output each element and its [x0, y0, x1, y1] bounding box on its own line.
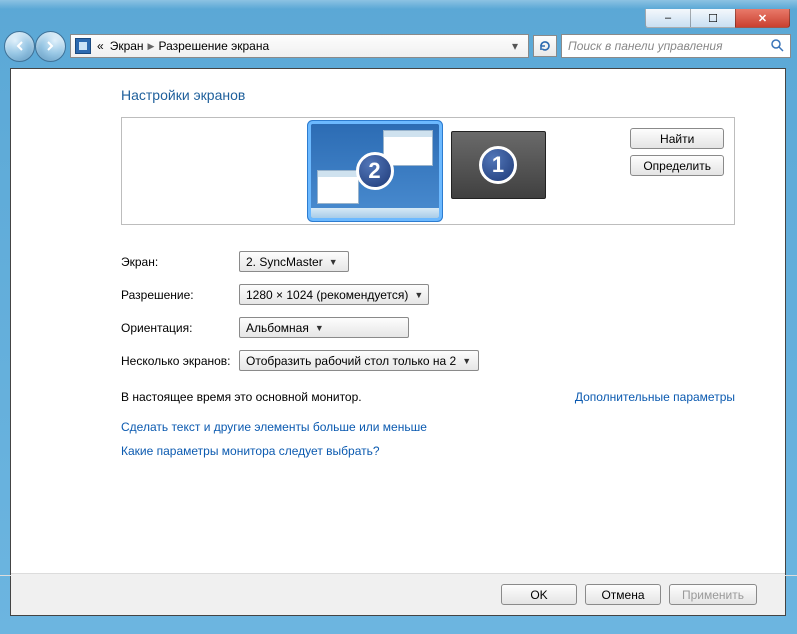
multiple-label: Несколько экранов:	[121, 354, 239, 368]
arrow-right-icon	[45, 40, 57, 52]
text-size-link[interactable]: Сделать текст и другие элементы больше и…	[121, 420, 735, 434]
breadcrumb-item[interactable]: Экран	[110, 39, 144, 53]
control-panel-icon	[75, 38, 91, 54]
address-bar[interactable]: « Экран ▶ Разрешение экрана ▾	[70, 34, 529, 58]
refresh-icon	[538, 39, 552, 53]
monitor-number: 1	[479, 146, 517, 184]
refresh-button[interactable]	[533, 35, 557, 57]
minimize-button[interactable]: –	[645, 9, 690, 28]
primary-monitor-status: В настоящее время это основной монитор.	[121, 390, 362, 404]
orientation-dropdown[interactable]: Альбомная ▼	[239, 317, 409, 338]
orientation-label: Ориентация:	[121, 321, 239, 335]
form-row-screen: Экран: 2. SyncMaster ▼	[121, 251, 735, 272]
resolution-value: 1280 × 1024 (рекомендуется)	[246, 288, 408, 302]
chevron-down-icon: ▼	[329, 257, 338, 267]
chevron-down-icon: ▼	[462, 356, 471, 366]
apply-button[interactable]: Применить	[669, 584, 757, 605]
chevron-right-icon[interactable]: ▶	[148, 41, 155, 52]
which-params-link[interactable]: Какие параметры монитора следует выбрать…	[121, 444, 735, 458]
back-button[interactable]	[4, 31, 35, 62]
breadcrumb-item[interactable]: Разрешение экрана	[158, 39, 269, 53]
screen-dropdown[interactable]: 2. SyncMaster ▼	[239, 251, 349, 272]
status-row: В настоящее время это основной монитор. …	[121, 389, 735, 404]
page-title: Настройки экранов	[121, 87, 735, 103]
maximize-button[interactable]: ☐	[690, 9, 735, 28]
find-button[interactable]: Найти	[630, 128, 724, 149]
cancel-button[interactable]: Отмена	[585, 584, 661, 605]
navigation-row: « Экран ▶ Разрешение экрана ▾ Поиск в па…	[4, 30, 791, 62]
monitor-number: 2	[356, 152, 394, 190]
content-area: Настройки экранов 2 1 Найти Определить Э…	[11, 69, 785, 573]
close-button[interactable]: ✕	[735, 9, 790, 28]
window-controls: – ☐ ✕	[645, 9, 790, 28]
breadcrumb-prefix: «	[97, 39, 104, 53]
footer: OK Отмена Применить	[11, 573, 785, 615]
advanced-settings-link[interactable]: Дополнительные параметры	[575, 390, 735, 404]
titlebar-glass	[0, 0, 797, 9]
form-row-resolution: Разрешение: 1280 × 1024 (рекомендуется) …	[121, 284, 735, 305]
screen-value: 2. SyncMaster	[246, 255, 323, 269]
multiple-dropdown[interactable]: Отобразить рабочий стол только на 2 ▼	[239, 350, 479, 371]
monitor-1[interactable]: 1	[451, 131, 546, 199]
window-body: Настройки экранов 2 1 Найти Определить Э…	[10, 68, 786, 616]
mini-window-icon	[317, 170, 359, 204]
form-row-multiple: Несколько экранов: Отобразить рабочий ст…	[121, 350, 735, 371]
nav-arrows	[4, 31, 66, 62]
search-placeholder: Поиск в панели управления	[568, 39, 723, 53]
address-dropdown[interactable]: ▾	[506, 36, 524, 56]
orientation-value: Альбомная	[246, 321, 309, 335]
resolution-label: Разрешение:	[121, 288, 239, 302]
bottom-links: Сделать текст и другие элементы больше и…	[121, 420, 735, 458]
multiple-value: Отобразить рабочий стол только на 2	[246, 354, 456, 368]
arrow-left-icon	[14, 40, 26, 52]
monitor-2[interactable]: 2	[311, 124, 439, 218]
chevron-down-icon: ▼	[414, 290, 423, 300]
resolution-dropdown[interactable]: 1280 × 1024 (рекомендуется) ▼	[239, 284, 429, 305]
preview-side-buttons: Найти Определить	[630, 128, 724, 176]
screen-label: Экран:	[121, 255, 239, 269]
chevron-down-icon: ▼	[315, 323, 324, 333]
form-row-orientation: Ориентация: Альбомная ▼	[121, 317, 735, 338]
monitor-preview[interactable]: 2 1 Найти Определить	[121, 117, 735, 225]
forward-button[interactable]	[35, 31, 66, 62]
ok-button[interactable]: OK	[501, 584, 577, 605]
taskbar-preview	[311, 208, 439, 218]
search-icon[interactable]	[770, 38, 784, 55]
identify-button[interactable]: Определить	[630, 155, 724, 176]
search-input[interactable]: Поиск в панели управления	[561, 34, 791, 58]
